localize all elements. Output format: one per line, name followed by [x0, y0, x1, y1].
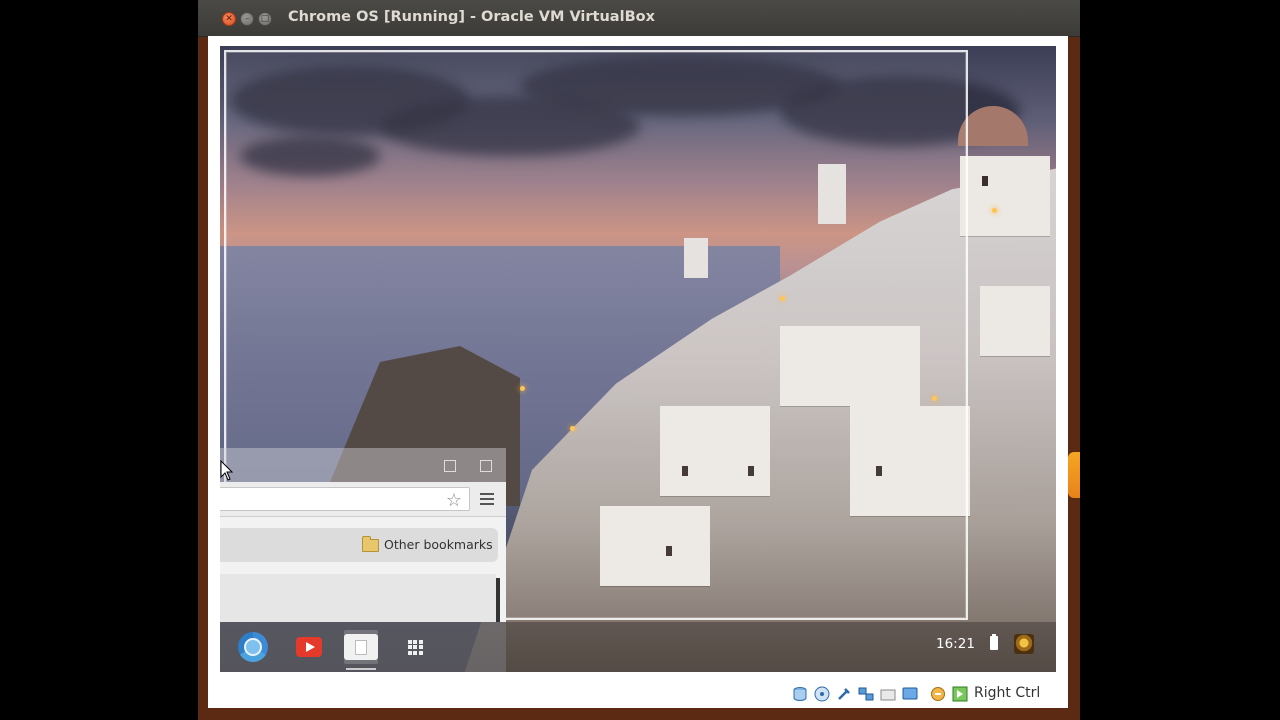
chrome-browser-window: ☆ Other bookmarks [220, 482, 506, 622]
browser-content-area [220, 574, 496, 622]
minimize-window-button[interactable]: – [240, 12, 254, 26]
maximize-window-button[interactable]: □ [258, 12, 272, 26]
shelf-item-chrome[interactable] [236, 630, 270, 664]
shelf-item-youtube[interactable] [292, 630, 326, 664]
maximize-icon [444, 460, 456, 472]
system-clock[interactable]: 16:21 [936, 636, 975, 652]
virtualbox-window: ✕ – □ Chrome OS [Running] - Oracle VM Vi… [198, 0, 1080, 720]
vm-status-bar: Right Ctrl [208, 672, 1068, 708]
shelf-item-app-launcher[interactable] [398, 630, 432, 664]
close-icon [480, 460, 492, 472]
window-title: Chrome OS [Running] - Oracle VM VirtualB… [288, 9, 655, 25]
bookmark-star-icon[interactable]: ☆ [444, 492, 464, 510]
shelf-item-files[interactable] [344, 630, 378, 664]
chrome-menu-icon[interactable] [480, 493, 494, 505]
user-avatar-icon[interactable] [1014, 634, 1034, 654]
wallpaper-house [980, 286, 1050, 356]
shared-folders-icon[interactable] [880, 686, 896, 702]
window-drag-preview [220, 448, 506, 482]
youtube-icon [296, 637, 322, 657]
browser-toolbar: ☆ [220, 482, 506, 517]
chromeos-shelf: 16:21 [220, 622, 1056, 672]
optical-drive-icon[interactable] [814, 686, 830, 702]
window-titlebar[interactable]: ✕ – □ Chrome OS [Running] - Oracle VM Vi… [198, 0, 1080, 37]
wallpaper-window [982, 176, 988, 186]
usb-icon[interactable] [836, 686, 852, 702]
omnibox-input[interactable]: ☆ [220, 487, 470, 511]
bookmark-other-bookmarks[interactable]: Other bookmarks [384, 537, 493, 552]
host-key-label: Right Ctrl [974, 685, 1041, 701]
video-capture-icon[interactable] [930, 686, 946, 702]
hard-disk-icon[interactable] [792, 686, 808, 702]
network-icon[interactable] [858, 686, 874, 702]
apps-grid-icon [407, 639, 423, 655]
chrome-icon [238, 632, 268, 662]
wallpaper-lamp [992, 208, 997, 213]
files-icon [344, 634, 378, 660]
external-side-tab [1068, 452, 1080, 498]
wallpaper-house [960, 156, 1050, 236]
folder-icon [362, 536, 379, 552]
letterbox-left [0, 0, 198, 720]
bookmarks-bar: Other bookmarks [220, 528, 498, 562]
browser-scrollbar[interactable] [496, 578, 500, 622]
display-icon[interactable] [902, 686, 918, 702]
vm-client-area: ☆ Other bookmarks 16:21 Right Ctrl [208, 36, 1068, 708]
active-app-indicator [346, 668, 376, 670]
mouse-integration-icon[interactable] [952, 686, 968, 702]
letterbox-right [1080, 0, 1280, 720]
guest-display[interactable]: ☆ Other bookmarks 16:21 [220, 46, 1056, 672]
close-window-button[interactable]: ✕ [222, 12, 236, 26]
battery-icon[interactable] [990, 634, 998, 650]
